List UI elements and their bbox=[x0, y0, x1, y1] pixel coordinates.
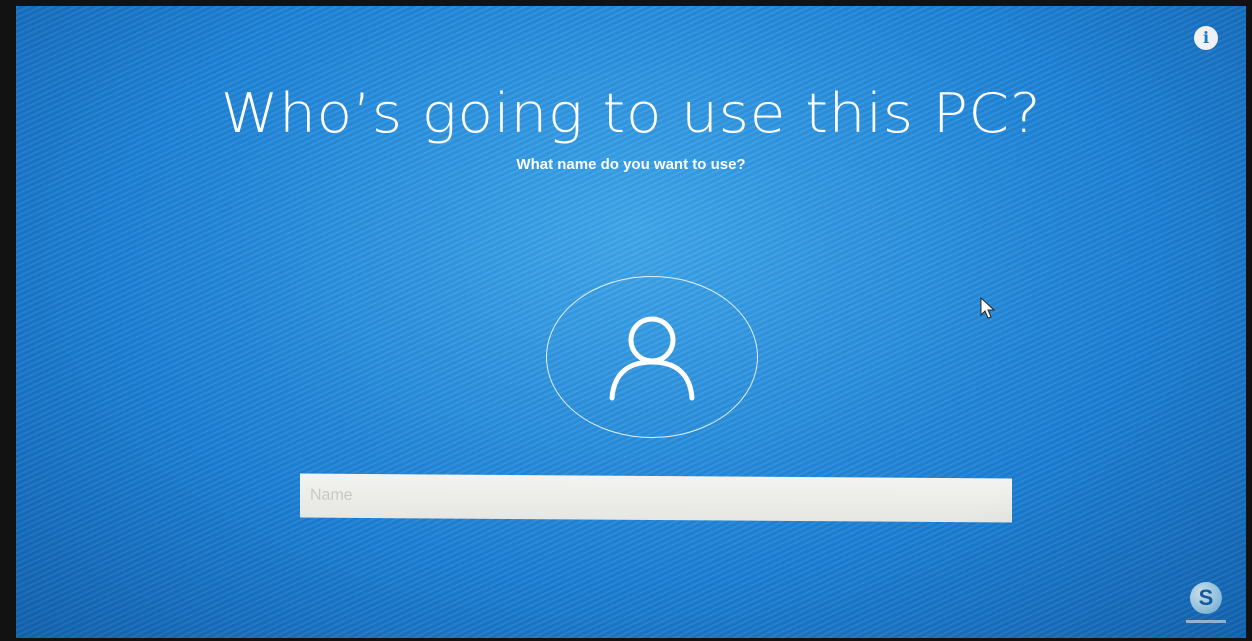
channel-logo-glyph: S bbox=[1190, 582, 1222, 614]
name-input[interactable] bbox=[300, 473, 1012, 523]
channel-logo-caption bbox=[1186, 620, 1226, 623]
page-title: Who’s going to use this PC? bbox=[220, 82, 1042, 145]
info-icon[interactable]: i bbox=[1194, 26, 1218, 50]
channel-logo-icon: S bbox=[1186, 582, 1226, 630]
oobe-screen: i Who’s going to use this PC? What name … bbox=[16, 6, 1246, 638]
avatar bbox=[546, 276, 758, 438]
video-frame: i Who’s going to use this PC? What name … bbox=[0, 0, 1252, 641]
user-avatar-icon bbox=[609, 316, 695, 401]
mouse-cursor-icon bbox=[980, 297, 996, 319]
page-subtitle: What name do you want to use? bbox=[516, 156, 746, 173]
